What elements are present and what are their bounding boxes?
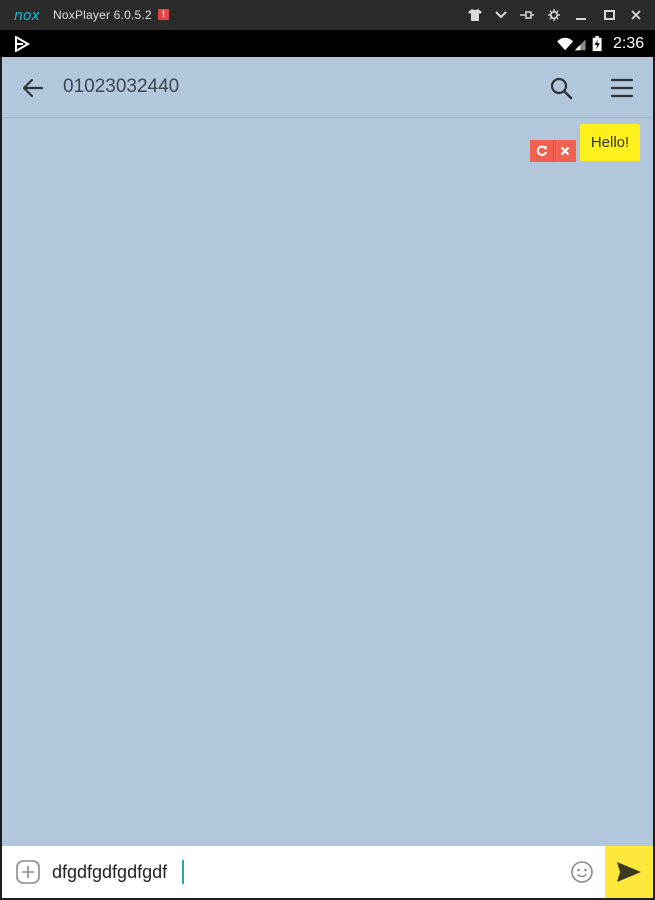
refresh-icon <box>536 145 547 156</box>
hamburger-menu-icon[interactable] <box>609 75 635 101</box>
battery-icon <box>592 36 602 52</box>
delete-message-button[interactable] <box>553 140 576 162</box>
send-button[interactable] <box>605 846 653 898</box>
emulator-titlebar: nox NoxPlayer 6.0.5.2 ! <box>0 0 655 30</box>
chat-header: 01023032440 <box>2 57 653 118</box>
close-icon <box>560 146 570 156</box>
minimize-icon[interactable] <box>572 6 590 24</box>
message-list[interactable]: Hello! <box>2 119 653 846</box>
send-arrow-icon <box>617 862 641 882</box>
nox-logo-icon: nox <box>14 8 40 23</box>
text-caret <box>182 860 184 884</box>
wifi-icon <box>557 37 574 51</box>
gear-icon[interactable] <box>545 6 563 24</box>
back-arrow-icon[interactable] <box>20 75 46 101</box>
chat-title: 01023032440 <box>63 76 180 97</box>
emulator-title: NoxPlayer 6.0.5.2 <box>53 8 152 22</box>
chevron-down-icon[interactable] <box>492 6 510 24</box>
status-time: 2:36 <box>613 35 645 52</box>
window-frame-left <box>0 57 2 900</box>
message-bubble[interactable]: Hello! <box>580 124 640 161</box>
close-icon[interactable] <box>627 6 645 24</box>
app-notification-icon <box>15 36 30 52</box>
attach-plus-icon[interactable] <box>15 859 41 885</box>
svg-text:nox: nox <box>14 8 40 23</box>
pin-icon[interactable] <box>518 6 536 24</box>
message-input[interactable] <box>52 858 562 886</box>
search-icon[interactable] <box>548 75 574 101</box>
emoji-icon[interactable] <box>570 860 594 884</box>
status-bar: 2:36 <box>0 30 655 57</box>
shirt-icon[interactable] <box>466 6 484 24</box>
connectivity-icons <box>557 36 602 52</box>
alert-badge[interactable]: ! <box>158 9 169 20</box>
maximize-icon[interactable] <box>600 6 618 24</box>
failed-message-controls <box>530 140 576 162</box>
message-input-bar <box>2 846 653 898</box>
resend-button[interactable] <box>530 140 553 162</box>
chat-screen: 01023032440 Hello! <box>2 57 653 898</box>
signal-icon <box>574 39 586 51</box>
